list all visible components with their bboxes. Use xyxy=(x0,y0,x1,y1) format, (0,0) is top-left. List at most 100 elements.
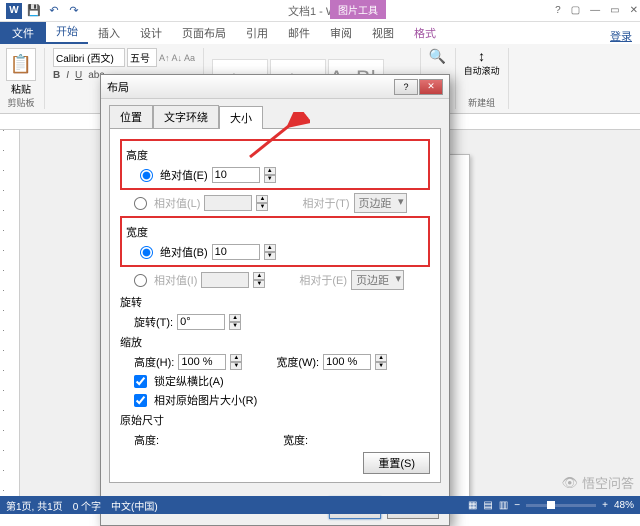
maximize-icon[interactable]: ▭ xyxy=(610,5,619,16)
scale-w-spinner[interactable]: ▲▼ xyxy=(375,354,387,370)
width-abs-spinner[interactable]: ▲▼ xyxy=(264,244,276,260)
height-relto-label: 相对于(T) xyxy=(302,195,349,211)
dialog-close-icon[interactable]: ✕ xyxy=(419,79,443,95)
autoscroll-icon[interactable]: ↕ xyxy=(478,48,485,64)
tab-review[interactable]: 审阅 xyxy=(320,22,362,44)
shrink-font-icon[interactable]: A↓ xyxy=(172,53,183,63)
height-relto-select: 页边距 xyxy=(354,193,407,213)
width-relto-label: 相对于(E) xyxy=(299,272,347,288)
clipboard-group: 📋 粘贴 剪贴板 xyxy=(6,48,45,109)
paste-button[interactable]: 📋 xyxy=(6,48,36,81)
zoom-slider[interactable] xyxy=(526,504,596,507)
vertical-ruler[interactable] xyxy=(0,130,20,496)
scale-h-spinner[interactable]: ▲▼ xyxy=(230,354,242,370)
view-web-icon[interactable]: ▥ xyxy=(499,500,508,511)
tab-design[interactable]: 设计 xyxy=(130,22,172,44)
scale-w-input[interactable] xyxy=(323,354,371,370)
autoscroll-label: 自动滚动 xyxy=(464,64,500,77)
width-relto-select: 页边距 xyxy=(351,270,404,290)
tab-home[interactable]: 开始 xyxy=(46,20,88,44)
scale-h-input[interactable] xyxy=(178,354,226,370)
scale-label: 缩放 xyxy=(120,334,430,350)
contextual-tab-label: 图片工具 xyxy=(330,0,386,19)
dialog-body: 高度 绝对值(E) ▲▼ 相对值(L) ▲▼ 相对于(T) 页边距 宽度 绝对值… xyxy=(109,128,441,483)
tab-mailings[interactable]: 邮件 xyxy=(278,22,320,44)
underline-icon[interactable]: U xyxy=(75,70,82,81)
tab-file[interactable]: 文件 xyxy=(0,22,46,44)
dialog-titlebar[interactable]: 布局 ? ✕ xyxy=(101,75,449,99)
status-words[interactable]: 0 个字 xyxy=(73,498,101,513)
status-page[interactable]: 第1页, 共1页 xyxy=(6,498,63,513)
view-print-icon[interactable]: ▦ xyxy=(468,500,477,511)
zoom-in-icon[interactable]: + xyxy=(602,500,608,511)
height-rel-spinner: ▲▼ xyxy=(256,195,268,211)
window-controls: ? ▢ — ▭ ✕ xyxy=(555,5,638,16)
scale-h-label: 高度(H): xyxy=(134,354,174,370)
status-bar: 第1页, 共1页 0 个字 中文(中国) ▦ ▤ ▥ − + 48% xyxy=(0,496,640,514)
rotate-field-label: 旋转(T): xyxy=(134,314,173,330)
width-abs-label: 绝对值(B) xyxy=(160,244,208,260)
word-icon: W xyxy=(6,3,22,19)
lock-aspect-label: 锁定纵横比(A) xyxy=(154,373,224,389)
save-icon[interactable]: 💾 xyxy=(26,3,42,19)
font-name-select[interactable]: Calibri (西文) xyxy=(53,48,125,67)
layout-dialog: 布局 ? ✕ 位置 文字环绕 大小 高度 绝对值(E) ▲▼ 相对值(L) ▲▼… xyxy=(100,74,450,526)
lock-aspect-checkbox[interactable] xyxy=(134,375,147,388)
tab-insert[interactable]: 插入 xyxy=(88,22,130,44)
dialog-title-text: 布局 xyxy=(107,79,129,95)
close-icon[interactable]: ✕ xyxy=(630,5,638,16)
font-size-select[interactable]: 五号 xyxy=(127,48,157,67)
redo-icon[interactable]: ↷ xyxy=(66,3,82,19)
ribbon-options-icon[interactable]: ▢ xyxy=(571,5,580,16)
height-abs-input[interactable] xyxy=(212,167,260,183)
relative-orig-checkbox[interactable] xyxy=(134,394,147,407)
watermark-icon: 👁 xyxy=(561,475,578,491)
italic-icon[interactable]: I xyxy=(66,70,69,81)
reset-button[interactable]: 重置(S) xyxy=(363,452,430,474)
width-group-highlight: 宽度 绝对值(B) ▲▼ xyxy=(120,216,430,267)
tab-format[interactable]: 格式 xyxy=(404,22,446,44)
zoom-level[interactable]: 48% xyxy=(614,500,634,511)
height-group-highlight: 高度 绝对值(E) ▲▼ xyxy=(120,139,430,190)
height-label: 高度 xyxy=(126,147,424,163)
rotate-spinner[interactable]: ▲▼ xyxy=(229,314,241,330)
rotate-input[interactable] xyxy=(177,314,225,330)
height-abs-spinner[interactable]: ▲▼ xyxy=(264,167,276,183)
dlg-tab-position[interactable]: 位置 xyxy=(109,105,153,128)
view-read-icon[interactable]: ▤ xyxy=(483,500,492,511)
find-icon[interactable]: 🔍 xyxy=(429,48,446,65)
bold-icon[interactable]: B xyxy=(53,70,60,81)
scale-w-label: 宽度(W): xyxy=(276,354,319,370)
dlg-tab-textwrap[interactable]: 文字环绕 xyxy=(153,105,219,128)
tab-layout[interactable]: 页面布局 xyxy=(172,22,236,44)
paste-label: 粘贴 xyxy=(11,81,31,96)
watermark-text: 悟空问答 xyxy=(582,473,634,492)
undo-icon[interactable]: ↶ xyxy=(46,3,62,19)
tab-view[interactable]: 视图 xyxy=(362,22,404,44)
minimize-icon[interactable]: — xyxy=(590,5,600,16)
tab-references[interactable]: 引用 xyxy=(236,22,278,44)
width-label: 宽度 xyxy=(126,224,424,240)
height-rel-radio[interactable] xyxy=(134,197,147,210)
autoscroll-group: ↕ 自动滚动 新建组 xyxy=(464,48,509,109)
quick-access-toolbar: W 💾 ↶ ↷ xyxy=(0,3,82,19)
origsize-label: 原始尺寸 xyxy=(120,412,430,428)
status-lang[interactable]: 中文(中国) xyxy=(111,498,158,513)
height-rel-input xyxy=(204,195,252,211)
height-rel-label: 相对值(L) xyxy=(154,195,200,211)
grow-font-icon[interactable]: A↑ xyxy=(159,53,170,63)
width-abs-input[interactable] xyxy=(212,244,260,260)
login-link[interactable]: 登录 xyxy=(610,28,632,44)
width-rel-radio[interactable] xyxy=(134,274,147,287)
height-abs-radio[interactable] xyxy=(140,169,153,182)
ribbon-tabs: 文件 开始 插入 设计 页面布局 引用 邮件 审阅 视图 格式 登录 xyxy=(0,22,640,44)
dialog-help-icon[interactable]: ? xyxy=(394,79,418,95)
dialog-tabs: 位置 文字环绕 大小 xyxy=(101,99,449,128)
help-icon[interactable]: ? xyxy=(555,5,561,16)
zoom-out-icon[interactable]: − xyxy=(514,500,520,511)
clipboard-label: 剪贴板 xyxy=(7,96,34,109)
height-abs-label: 绝对值(E) xyxy=(160,167,208,183)
dlg-tab-size[interactable]: 大小 xyxy=(219,106,263,129)
change-case-icon[interactable]: Aa xyxy=(184,53,195,63)
width-abs-radio[interactable] xyxy=(140,246,153,259)
